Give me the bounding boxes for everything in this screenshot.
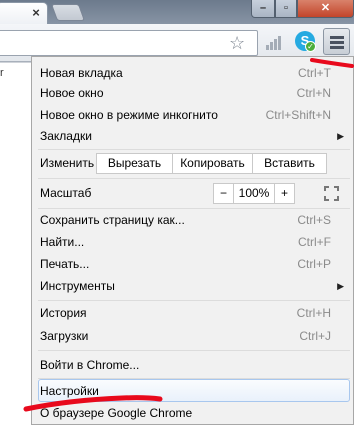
- menu-item-settings[interactable]: Настройки: [40, 381, 348, 401]
- menu-item-label: Новая вкладка: [40, 66, 123, 80]
- menu-item-print[interactable]: Печать... Ctrl+P: [40, 254, 348, 274]
- menu-item-label: История: [40, 306, 87, 320]
- menu-item-label: Загрузки: [40, 329, 89, 343]
- edit-row: Изменить Вырезать Копировать Вставить: [40, 153, 348, 174]
- zoom-label: Масштаб: [40, 186, 92, 200]
- menu-item-label: Печать...: [40, 257, 90, 271]
- paste-button[interactable]: Вставить: [252, 153, 327, 174]
- signal-icon[interactable]: [266, 34, 282, 50]
- menu-item-label: Найти...: [40, 235, 85, 249]
- page-content: r: [0, 63, 32, 425]
- menu-item-shortcut: Ctrl+F: [298, 235, 331, 249]
- window-controls: – ▫ ✕: [251, 0, 354, 19]
- menu-item-tools[interactable]: Инструменты ▶: [40, 276, 348, 296]
- fullscreen-icon[interactable]: [321, 183, 342, 204]
- menu-separator: [38, 149, 350, 150]
- status-badge-icon: ✓: [305, 41, 316, 52]
- cut-button[interactable]: Вырезать: [96, 153, 173, 174]
- menu-item-shortcut: Ctrl+N: [296, 86, 331, 100]
- menu-item-about[interactable]: О браузере Google Chrome: [40, 403, 348, 423]
- title-bar: × – ▫ ✕: [0, 0, 354, 24]
- menu-item-label: Сохранить страницу как...: [40, 213, 185, 227]
- tab-close-icon[interactable]: ×: [29, 6, 43, 20]
- page-edge-text: r: [0, 67, 4, 79]
- zoom-level: 100%: [233, 183, 275, 204]
- menu-item-signin[interactable]: Войти в Chrome...: [40, 355, 348, 375]
- menu-item-new-window[interactable]: Новое окно Ctrl+N: [40, 83, 348, 103]
- zoom-row: Масштаб − 100% +: [40, 183, 348, 204]
- zoom-out-button[interactable]: −: [213, 183, 234, 204]
- minimize-button[interactable]: –: [251, 0, 275, 18]
- zoom-in-button[interactable]: +: [274, 183, 295, 204]
- copy-button[interactable]: Копировать: [172, 153, 253, 174]
- menu-item-shortcut: Ctrl+Shift+N: [265, 108, 331, 122]
- submenu-arrow-icon: ▶: [337, 281, 344, 291]
- new-tab-button[interactable]: [50, 4, 86, 21]
- menu-item-label: Инструменты: [40, 279, 115, 293]
- menu-separator: [38, 350, 350, 351]
- edit-label: Изменить: [40, 156, 95, 170]
- menu-item-downloads[interactable]: Загрузки Ctrl+J: [40, 326, 348, 346]
- menu-item-shortcut: Ctrl+H: [296, 306, 331, 320]
- menu-separator: [38, 208, 350, 209]
- menu-item-label: Войти в Chrome...: [40, 358, 140, 372]
- menu-item-label: Закладки: [40, 129, 92, 143]
- menu-item-label: Новое окно в режиме инкогнито: [40, 108, 218, 122]
- menu-item-shortcut: Ctrl+T: [298, 66, 331, 80]
- menu-separator: [38, 178, 350, 179]
- menu-item-shortcut: Ctrl+J: [299, 329, 331, 343]
- submenu-arrow-icon: ▶: [337, 131, 344, 141]
- menu-item-label: Настройки: [40, 384, 99, 398]
- close-window-button[interactable]: ✕: [297, 0, 354, 18]
- menu-item-new-tab[interactable]: Новая вкладка Ctrl+T: [40, 63, 348, 83]
- menu-item-find[interactable]: Найти... Ctrl+F: [40, 232, 348, 252]
- menu-item-bookmarks[interactable]: Закладки ▶: [40, 126, 348, 146]
- menu-separator: [38, 300, 350, 301]
- menu-item-label: О браузере Google Chrome: [40, 406, 193, 420]
- maximize-button[interactable]: ▫: [275, 0, 297, 18]
- browser-tab[interactable]: ×: [0, 2, 48, 24]
- menu-item-label: Новое окно: [40, 86, 104, 100]
- menu-item-history[interactable]: История Ctrl+H: [40, 303, 348, 323]
- address-bar[interactable]: ☆: [0, 30, 258, 56]
- menu-item-save-page[interactable]: Сохранить страницу как... Ctrl+S: [40, 210, 348, 230]
- bookmark-star-icon[interactable]: ☆: [229, 33, 245, 54]
- menu-item-shortcut: Ctrl+S: [297, 213, 331, 227]
- menu-item-incognito[interactable]: Новое окно в режиме инкогнито Ctrl+Shift…: [40, 105, 348, 125]
- menu-item-shortcut: Ctrl+P: [297, 257, 331, 271]
- chrome-menu: Новая вкладка Ctrl+T Новое окно Ctrl+N Н…: [31, 56, 354, 425]
- wrench-menu-button[interactable]: [323, 28, 350, 55]
